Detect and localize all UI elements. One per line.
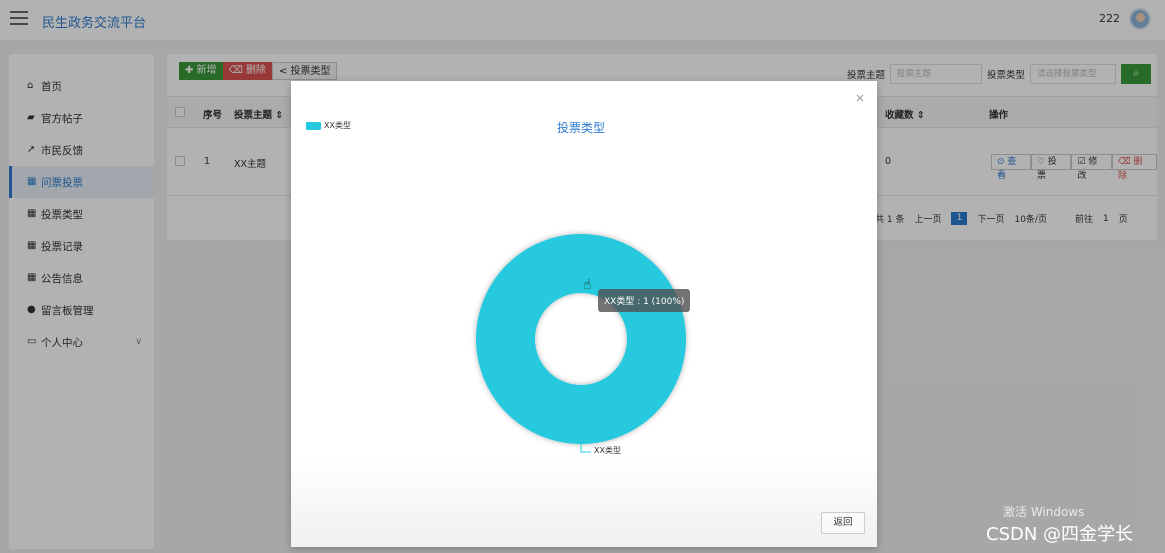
slice-label: XX类型 xyxy=(594,446,621,455)
chart-modal: × XX类型 投票类型 ☝ XX类型 : 1 (100%) XX类型 返回 xyxy=(291,81,877,547)
slice-label-line xyxy=(580,444,591,453)
csdn-watermark: CSDN @四金学长 xyxy=(986,524,1134,545)
modal-footer-shade xyxy=(291,457,877,547)
pointer-cursor-icon: ☝ xyxy=(583,277,592,293)
back-button[interactable]: 返回 xyxy=(821,512,865,534)
windows-activation-watermark: 激活 Windows xyxy=(1003,505,1085,519)
pie-slice-0[interactable] xyxy=(476,234,686,444)
chart-tooltip: XX类型 : 1 (100%) xyxy=(598,289,691,312)
